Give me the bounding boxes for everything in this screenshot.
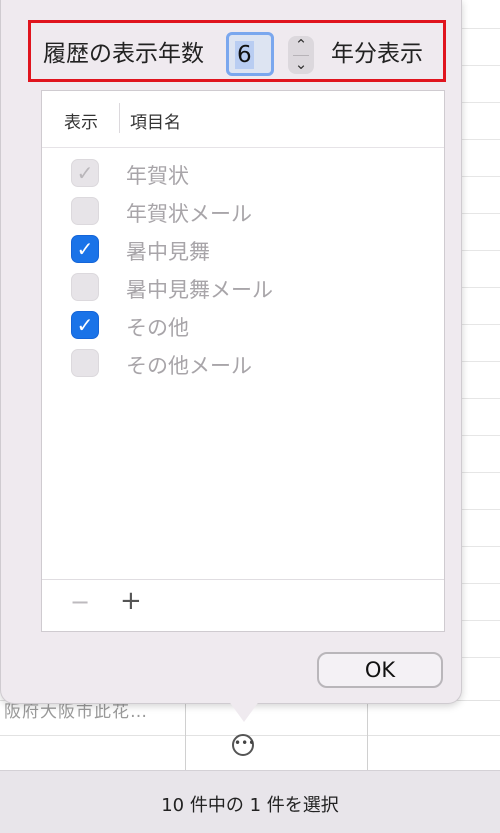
remove-item-button[interactable]: − [70, 588, 90, 616]
list-item: 暑中見舞メール [42, 268, 444, 306]
checkbox-nengajo[interactable]: ✓ [71, 159, 99, 187]
list-item-label: その他 [126, 316, 189, 340]
history-years-label: 履歴の表示年数 [43, 41, 204, 67]
list-item-label: その他メール [126, 354, 252, 378]
history-years-stepper[interactable]: ⌃ ⌄ [288, 36, 314, 74]
checkbox-nengajo-mail[interactable] [71, 197, 99, 225]
add-item-button[interactable]: + [120, 586, 142, 616]
item-list-panel: 表示 項目名 ✓ 年賀状 年賀状メール ✓ 暑中見舞 暑中見舞メール ✓ その他… [41, 90, 445, 632]
column-divider [119, 103, 120, 133]
selection-status: 10 件中の 1 件を選択 [161, 795, 339, 816]
list-item: ✓ その他 [42, 306, 444, 344]
list-footer: − + [42, 579, 444, 632]
column-header-name[interactable]: 項目名 [130, 108, 181, 133]
chevron-down-icon[interactable]: ⌄ [288, 55, 314, 74]
more-options-icon[interactable]: ••• [232, 734, 255, 756]
history-years-field[interactable]: 6 [226, 32, 274, 76]
list-item: その他メール [42, 344, 444, 382]
list-item: 年賀状メール [42, 192, 444, 230]
checkbox-shochu-mimai-mail[interactable] [71, 273, 99, 301]
list-item-label: 暑中見舞メール [126, 278, 273, 302]
table-col-line [367, 700, 368, 770]
popover-tail [228, 700, 260, 722]
list-item-label: 暑中見舞 [126, 240, 210, 264]
column-header-show[interactable]: 表示 [64, 108, 98, 133]
history-years-suffix: 年分表示 [331, 41, 423, 67]
background-stripes [462, 0, 500, 700]
list-item-label: 年賀状メール [126, 202, 252, 226]
list-item: ✓ 暑中見舞 [42, 230, 444, 268]
list-item: ✓ 年賀状 [42, 154, 444, 192]
table-col-line [185, 700, 186, 770]
ok-button[interactable]: OK [317, 652, 443, 688]
checkbox-other[interactable]: ✓ [71, 311, 99, 339]
history-years-value[interactable]: 6 [235, 41, 254, 69]
list-item-label: 年賀状 [126, 164, 189, 188]
history-popover: 履歴の表示年数 6 ⌃ ⌄ 年分表示 表示 項目名 ✓ 年賀状 年賀状メール ✓… [0, 0, 462, 704]
checkbox-shochu-mimai[interactable]: ✓ [71, 235, 99, 263]
list-header: 表示 項目名 [42, 91, 444, 148]
status-bar: 10 件中の 1 件を選択 [0, 770, 500, 833]
checkbox-other-mail[interactable] [71, 349, 99, 377]
chevron-up-icon[interactable]: ⌃ [288, 36, 314, 55]
